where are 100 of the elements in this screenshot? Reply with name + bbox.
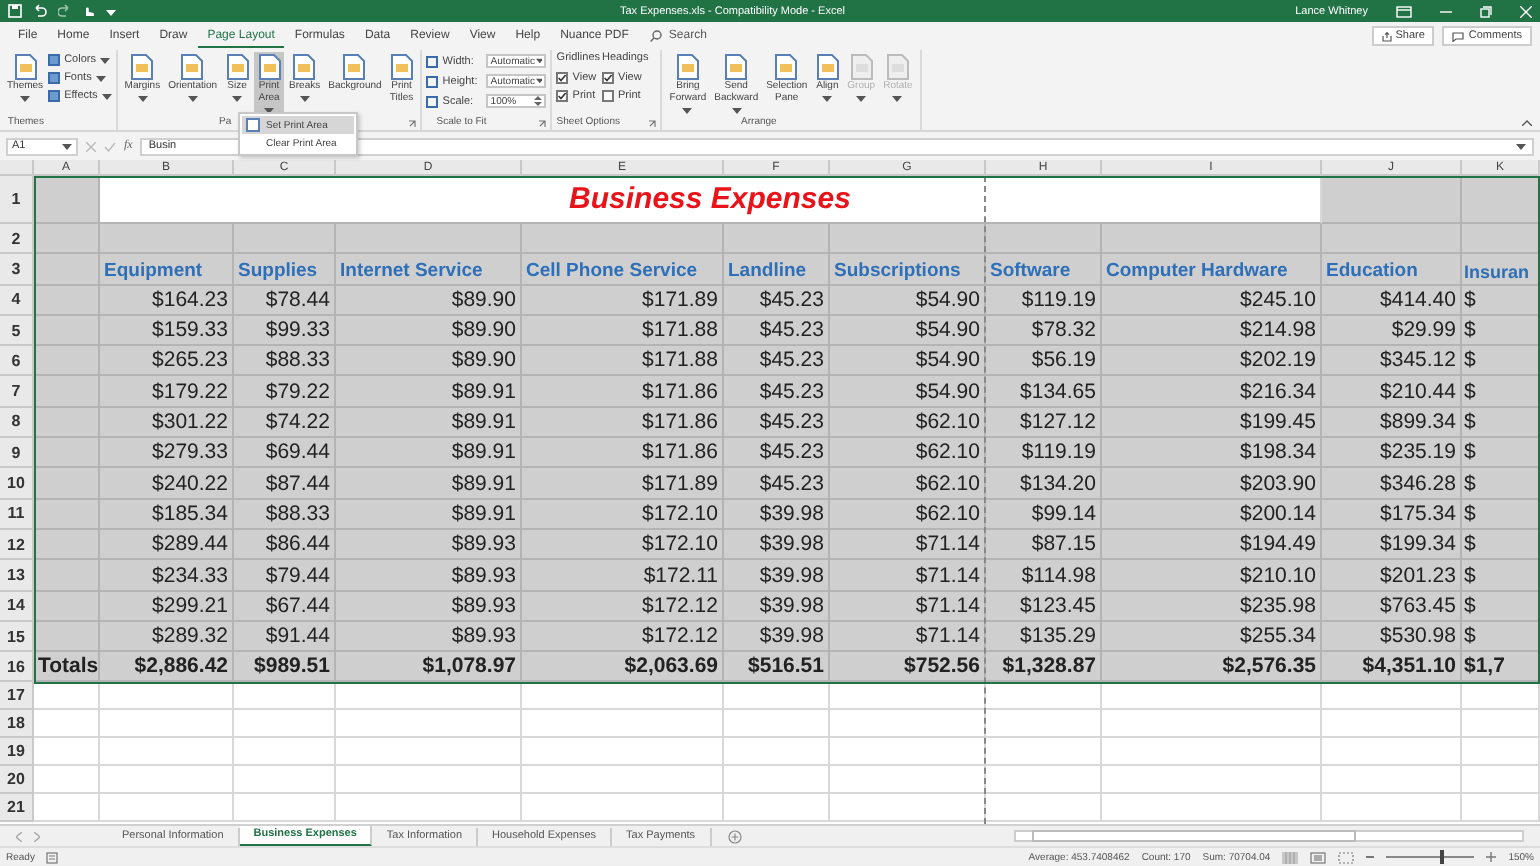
- row-number[interactable]: 13: [0, 560, 34, 592]
- table-cell: $39.98: [724, 560, 830, 592]
- dialog-launcher-icon[interactable]: [408, 120, 417, 128]
- slider-thumb[interactable]: [1439, 850, 1444, 864]
- page-layout-view-icon[interactable]: [1310, 851, 1327, 863]
- table-cell: $201.23: [1322, 560, 1462, 592]
- table-cell: $99.14: [986, 499, 1102, 530]
- save-icon[interactable]: [8, 4, 22, 18]
- table-cell: $74.22: [234, 407, 336, 439]
- table-cell: $255.34: [1102, 621, 1322, 653]
- table-cell: $172.10: [522, 499, 724, 530]
- zoom-in-icon[interactable]: [1486, 852, 1497, 862]
- undo-icon[interactable]: [32, 4, 48, 18]
- redo-icon[interactable]: [58, 4, 72, 18]
- table-cell: $175.34: [1322, 499, 1462, 530]
- row-number[interactable]: 8: [0, 407, 34, 439]
- table-cell: $172.12: [522, 591, 724, 622]
- total-cell: $2,886.42: [100, 652, 234, 683]
- empty-cell: [1462, 710, 1540, 739]
- swatch-icon: [48, 54, 61, 66]
- table-cell: $89.91: [336, 499, 522, 530]
- table-cell: $234.33: [100, 560, 234, 592]
- scale-icon: [426, 95, 439, 107]
- column-header: Subscriptions: [830, 254, 986, 286]
- ribbon-display-icon[interactable]: [1396, 5, 1412, 17]
- row-number[interactable]: 10: [0, 468, 34, 500]
- table-cell: $185.34: [100, 499, 234, 530]
- table-cell: $87.15: [986, 529, 1102, 561]
- row-number[interactable]: 12: [0, 529, 34, 561]
- table-cell: $179.22: [100, 376, 234, 408]
- table-cell: $87.44: [234, 468, 336, 500]
- column-header: Internet Service: [336, 254, 522, 286]
- table-cell: $45.23: [724, 468, 830, 500]
- total-cell: $752.56: [830, 652, 986, 683]
- row-number[interactable]: 7: [0, 376, 34, 408]
- row-number[interactable]: 17: [0, 682, 34, 711]
- print-area-icon: [246, 118, 260, 132]
- table-cell: $: [1462, 376, 1540, 408]
- row-number[interactable]: 20: [0, 766, 34, 795]
- row-number[interactable]: 6: [0, 346, 34, 377]
- row-number[interactable]: 18: [0, 710, 34, 739]
- empty-cell: [100, 738, 234, 767]
- table-cell: $89.93: [336, 560, 522, 592]
- row-number[interactable]: 2: [0, 224, 34, 255]
- spin-arrows-icon: [534, 96, 543, 106]
- table-cell: $62.10: [830, 499, 986, 530]
- collapse-ribbon-icon[interactable]: [1522, 120, 1532, 126]
- page-break-view-icon[interactable]: [1338, 851, 1355, 863]
- table-cell: $45.23: [724, 407, 830, 439]
- empty-cell: [100, 766, 234, 795]
- macro-icon[interactable]: [46, 851, 59, 863]
- empty-cell: [1322, 738, 1462, 767]
- table-cell: $114.98: [986, 560, 1102, 592]
- table-cell: $: [1462, 621, 1540, 653]
- row-number[interactable]: 16: [0, 652, 34, 683]
- table-cell: $301.22: [100, 407, 234, 439]
- table-cell: $69.44: [234, 438, 336, 469]
- table-cell: $89.91: [336, 407, 522, 439]
- customize-icon[interactable]: [106, 6, 116, 16]
- table-cell: $171.89: [522, 468, 724, 500]
- checkbox[interactable]: [556, 72, 569, 84]
- row-number[interactable]: 11: [0, 499, 34, 530]
- next-sheet-icon[interactable]: [34, 831, 40, 841]
- checkbox[interactable]: [602, 72, 614, 84]
- row-number[interactable]: 3: [0, 254, 34, 286]
- table-cell: $45.23: [724, 315, 830, 347]
- row-number[interactable]: 1: [0, 176, 34, 224]
- table-cell: $79.22: [234, 376, 336, 408]
- row-number[interactable]: 21: [0, 794, 34, 823]
- minimize-icon[interactable]: [1440, 5, 1452, 17]
- empty-cell: [1462, 738, 1540, 767]
- table-cell: $89.93: [336, 621, 522, 653]
- empty-cell: [986, 766, 1102, 795]
- empty-cell: [724, 710, 830, 739]
- total-cell: $989.51: [234, 652, 336, 683]
- table-cell: $235.98: [1102, 591, 1322, 622]
- table-cell: $210.44: [1322, 376, 1462, 408]
- previous-sheet-icon[interactable]: [16, 831, 22, 841]
- horizontal-scrollbar[interactable]: [1014, 830, 1524, 842]
- add-sheet-icon[interactable]: [727, 829, 742, 843]
- table-cell: $123.45: [986, 591, 1102, 622]
- dialog-launcher-icon[interactable]: [648, 120, 657, 128]
- row-number[interactable]: 19: [0, 738, 34, 767]
- caret-icon: [95, 75, 106, 81]
- restore-icon[interactable]: [1480, 5, 1492, 17]
- table-cell: $89.91: [336, 438, 522, 469]
- table-cell: $345.12: [1322, 346, 1462, 377]
- row-number[interactable]: 14: [0, 591, 34, 622]
- table-cell: $: [1462, 346, 1540, 377]
- close-icon[interactable]: [1520, 5, 1532, 17]
- table-cell: $: [1462, 499, 1540, 530]
- dialog-launcher-icon[interactable]: [538, 120, 547, 128]
- table-cell: $159.33: [100, 315, 234, 347]
- row-number[interactable]: 9: [0, 438, 34, 469]
- checkbox[interactable]: [556, 90, 569, 102]
- row-number[interactable]: 5: [0, 315, 34, 347]
- table-cell: $89.90: [336, 285, 522, 316]
- row-number[interactable]: 15: [0, 621, 34, 653]
- checkbox[interactable]: [602, 90, 614, 102]
- row-number[interactable]: 4: [0, 285, 34, 316]
